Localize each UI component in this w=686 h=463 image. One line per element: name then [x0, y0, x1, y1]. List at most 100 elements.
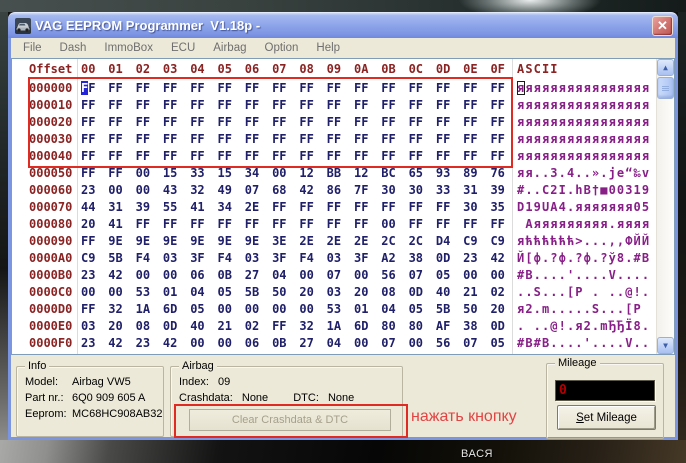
hex-byte[interactable]: FF	[409, 148, 436, 165]
hex-byte[interactable]: 20	[490, 301, 517, 318]
hex-byte[interactable]: 31	[463, 182, 490, 199]
hex-byte[interactable]: 07	[327, 267, 354, 284]
hex-byte[interactable]: FF	[81, 233, 108, 250]
hex-byte[interactable]: 86	[327, 182, 354, 199]
hex-byte[interactable]: FF	[327, 148, 354, 165]
row-ascii[interactable]: #B....'....V....	[517, 267, 650, 284]
hex-byte[interactable]: FF	[409, 80, 436, 97]
hex-row[interactable]: 000090 FF 9E 9E 9E 9E 9E 9E 3E 2E 2E 2E 2C 2C D4 C9 C9 яћ…	[12, 233, 674, 250]
hex-byte[interactable]: 03	[327, 284, 354, 301]
hex-byte[interactable]: 9E	[163, 233, 190, 250]
hex-byte[interactable]: FF	[81, 148, 108, 165]
hex-byte[interactable]: BC	[381, 165, 408, 182]
hex-byte[interactable]: 20	[81, 216, 108, 233]
hex-byte[interactable]: FF	[409, 97, 436, 114]
hex-byte[interactable]: 04	[190, 284, 217, 301]
hex-byte[interactable]: FF	[354, 148, 381, 165]
hex-byte[interactable]: FF	[217, 114, 244, 131]
vertical-scrollbar[interactable]: ▲ ▼	[656, 59, 674, 354]
hex-byte[interactable]: FF	[190, 80, 217, 97]
hex-row[interactable]: 000070 44 31 39 55 41 34 2E FF FF FF FF FF FF FF 30 35 D1…	[12, 199, 674, 216]
hex-byte[interactable]: 03	[327, 250, 354, 267]
hex-byte[interactable]: FF	[327, 131, 354, 148]
hex-byte[interactable]: 40	[436, 284, 463, 301]
hex-row[interactable]: 000060 23 00 00 43 32 49 07 68 42 86 7F 30 30 33 31 39 #.…	[12, 182, 674, 199]
hex-byte[interactable]: FF	[299, 216, 326, 233]
hex-byte[interactable]: 56	[436, 335, 463, 352]
hex-byte[interactable]: 2C	[381, 233, 408, 250]
hex-byte[interactable]: 23	[81, 267, 108, 284]
hex-byte[interactable]: 41	[108, 216, 135, 233]
hex-byte[interactable]: 20	[354, 284, 381, 301]
hex-byte[interactable]: 00	[272, 165, 299, 182]
hex-byte[interactable]: FF	[163, 131, 190, 148]
hex-byte[interactable]: FF	[436, 80, 463, 97]
row-ascii[interactable]: D19UA4.яяяяяяя05	[517, 199, 650, 216]
hex-byte[interactable]: 08	[136, 318, 163, 335]
hex-byte[interactable]: FF	[354, 199, 381, 216]
hex-byte[interactable]: FF	[81, 80, 108, 97]
hex-byte[interactable]: FF	[327, 97, 354, 114]
hex-byte[interactable]: FF	[217, 80, 244, 97]
menu-item-ecu[interactable]: ECU	[165, 40, 201, 56]
hex-byte[interactable]: 04	[381, 301, 408, 318]
hex-byte[interactable]: 06	[245, 335, 272, 352]
hex-byte[interactable]: 80	[381, 318, 408, 335]
hex-byte[interactable]: 23	[81, 182, 108, 199]
hex-byte[interactable]: 30	[463, 199, 490, 216]
hex-byte[interactable]: FF	[108, 131, 135, 148]
hex-byte[interactable]: FF	[327, 114, 354, 131]
hex-byte[interactable]: 00	[381, 216, 408, 233]
hex-byte[interactable]: 42	[163, 335, 190, 352]
scrollbar-thumb[interactable]	[657, 77, 674, 99]
hex-byte[interactable]: 65	[409, 165, 436, 182]
hex-byte[interactable]: FF	[245, 148, 272, 165]
hex-byte[interactable]: 20	[299, 284, 326, 301]
hex-byte[interactable]: 80	[409, 318, 436, 335]
hex-byte[interactable]: FF	[490, 114, 517, 131]
hex-byte[interactable]: FF	[108, 114, 135, 131]
hex-row[interactable]: 000010 FF FF FF FF FF FF FF FF FF FF FF FF FF FF FF FF яя…	[12, 97, 674, 114]
hex-byte[interactable]: 1A	[136, 301, 163, 318]
row-ascii[interactable]: Й[ф.?ф.?ф.?ў8.#B	[517, 250, 650, 267]
hex-byte[interactable]: 00	[354, 267, 381, 284]
hex-byte[interactable]: FF	[81, 114, 108, 131]
hex-byte[interactable]: FF	[108, 165, 135, 182]
hex-byte[interactable]: FF	[272, 114, 299, 131]
hex-byte[interactable]: FF	[136, 148, 163, 165]
hex-byte[interactable]: FF	[409, 199, 436, 216]
hex-byte[interactable]: 21	[217, 318, 244, 335]
hex-byte[interactable]: FF	[81, 301, 108, 318]
hex-byte[interactable]: 42	[108, 267, 135, 284]
hex-byte[interactable]: 00	[108, 284, 135, 301]
menu-item-immobox[interactable]: ImmoBox	[98, 40, 159, 56]
hex-byte[interactable]: 7F	[354, 182, 381, 199]
hex-byte[interactable]: FF	[245, 216, 272, 233]
hex-byte[interactable]: FF	[436, 216, 463, 233]
hex-byte[interactable]: 00	[463, 267, 490, 284]
hex-byte[interactable]: 0D	[163, 318, 190, 335]
hex-byte[interactable]: 00	[299, 267, 326, 284]
hex-byte[interactable]: FF	[136, 80, 163, 97]
hex-byte[interactable]: FF	[190, 114, 217, 131]
hex-byte[interactable]: FF	[354, 80, 381, 97]
row-ascii[interactable]: яяяяяяяяяяяяяяяя	[517, 114, 650, 131]
hex-row[interactable]: 000030 FF FF FF FF FF FF FF FF FF FF FF FF FF FF FF FF яя…	[12, 131, 674, 148]
hex-byte[interactable]: FF	[272, 97, 299, 114]
hex-byte[interactable]: 3E	[272, 233, 299, 250]
clear-crashdata-button[interactable]: Clear Crashdata & DTC	[189, 409, 391, 431]
hex-byte[interactable]: FF	[190, 131, 217, 148]
hex-byte[interactable]: 9E	[190, 233, 217, 250]
hex-byte[interactable]: 27	[299, 335, 326, 352]
hex-byte[interactable]: FF	[490, 148, 517, 165]
hex-byte[interactable]: C9	[490, 233, 517, 250]
hex-byte[interactable]: 30	[409, 182, 436, 199]
hex-byte[interactable]: 0D	[436, 250, 463, 267]
row-ascii[interactable]: я2.m.....S...[P	[517, 301, 650, 318]
hex-byte[interactable]: 27	[245, 267, 272, 284]
hex-byte[interactable]: FF	[463, 148, 490, 165]
hex-byte[interactable]: 42	[108, 335, 135, 352]
hex-byte[interactable]: FF	[245, 114, 272, 131]
hex-byte[interactable]: FF	[490, 80, 517, 97]
hex-byte[interactable]: FF	[190, 97, 217, 114]
